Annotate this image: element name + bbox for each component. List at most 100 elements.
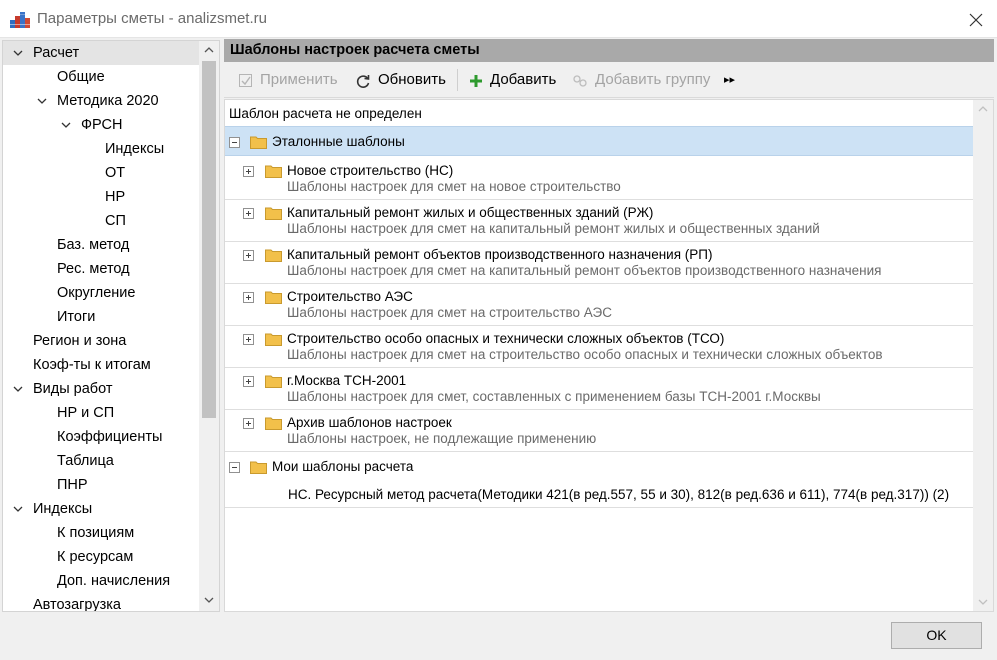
nav-item[interactable]: Автозагрузка: [3, 593, 199, 611]
template-group-row[interactable]: Строительство особо опасных и технически…: [225, 326, 974, 368]
nav-item[interactable]: Индексы: [3, 497, 199, 521]
nav-item[interactable]: Коэффициенты: [3, 425, 199, 449]
template-group-description: Шаблоны настроек для смет на новое строи…: [287, 179, 621, 194]
nav-item[interactable]: Виды работ: [3, 377, 199, 401]
nav-item-label: Коэффициенты: [57, 429, 163, 445]
nav-item[interactable]: К позициям: [3, 521, 199, 545]
template-row[interactable]: НС. Ресурсный метод расчета(Методики 421…: [225, 482, 974, 508]
chevron-down-icon[interactable]: [11, 41, 25, 65]
chevron-up-icon[interactable]: [973, 100, 993, 118]
template-group-title: Капитальный ремонт жилых и общественных …: [287, 205, 654, 220]
add-group-label: Добавить группу: [595, 71, 711, 88]
nav-item[interactable]: Рес. метод: [3, 257, 199, 281]
add-button[interactable]: Добавить: [468, 62, 563, 98]
nav-item[interactable]: СП: [3, 209, 199, 233]
nav-item[interactable]: НР и СП: [3, 401, 199, 425]
double-chevron-right-icon: ▸▸: [724, 74, 736, 86]
group-row-reference[interactable]: Эталонные шаблоны: [225, 126, 974, 156]
refresh-icon: [356, 75, 370, 88]
template-group-row[interactable]: Строительство АЭС Шаблоны настроек для см…: [225, 284, 974, 326]
chevron-down-icon[interactable]: [199, 591, 219, 609]
settings-nav-tree: Расчет Общие Методика 2020 ФРСН Индексы ОТ НР С…: [2, 40, 220, 612]
expand-toggle[interactable]: [243, 376, 254, 387]
add-group-icon: [573, 75, 587, 87]
nav-item[interactable]: Баз. метод: [3, 233, 199, 257]
nav-item[interactable]: Методика 2020: [3, 89, 199, 113]
nav-item[interactable]: Итоги: [3, 305, 199, 329]
group-row-my-templates[interactable]: Мои шаблоны расчета: [225, 452, 974, 482]
list-scrollbar[interactable]: [973, 100, 993, 611]
nav-item-label: Регион и зона: [33, 333, 127, 349]
template-group-row[interactable]: г.Москва ТСН-2001 Шаблоны настроек для см…: [225, 368, 974, 410]
expand-toggle[interactable]: [243, 250, 254, 261]
nav-item[interactable]: Регион и зона: [3, 329, 199, 353]
nav-item[interactable]: Округление: [3, 281, 199, 305]
nav-item[interactable]: Расчет: [3, 41, 199, 65]
template-group-description: Шаблоны настроек для смет на строительст…: [287, 347, 883, 362]
template-group-row[interactable]: Капитальный ремонт объектов производстве…: [225, 242, 974, 284]
template-group-row[interactable]: Архив шаблонов настроек Шаблоны настроек,…: [225, 410, 974, 452]
chevron-down-icon[interactable]: [11, 497, 25, 521]
nav-item[interactable]: ПНР: [3, 473, 199, 497]
toolbar-separator: [457, 69, 458, 91]
template-group-row[interactable]: Капитальный ремонт жилых и общественных …: [225, 200, 974, 242]
nav-item[interactable]: Таблица: [3, 449, 199, 473]
nav-item[interactable]: Индексы: [3, 137, 199, 161]
refresh-label: Обновить: [378, 71, 446, 88]
template-group-description: Шаблоны настроек для смет на капитальный…: [287, 263, 882, 278]
refresh-button[interactable]: Обновить: [354, 62, 454, 98]
folder-icon: [250, 136, 267, 149]
apply-button[interactable]: Применить: [236, 62, 344, 98]
expand-toggle[interactable]: [243, 292, 254, 303]
nav-item[interactable]: Общие: [3, 65, 199, 89]
nav-item-label: НР и СП: [57, 405, 115, 421]
expand-toggle[interactable]: [243, 418, 254, 429]
folder-icon: [265, 165, 282, 178]
nav-item-label: К позициям: [57, 525, 135, 541]
chevron-down-icon[interactable]: [973, 593, 993, 611]
nav-item-label: Рес. метод: [57, 261, 130, 277]
template-group-title: Капитальный ремонт объектов производстве…: [287, 247, 713, 262]
template-group-description: Шаблоны настроек для смет на капитальный…: [287, 221, 820, 236]
nav-item-label: Округление: [57, 285, 136, 301]
nav-item[interactable]: К ресурсам: [3, 545, 199, 569]
ok-button[interactable]: OK: [891, 622, 982, 649]
folder-icon: [250, 461, 267, 474]
template-group-title: Строительство АЭС: [287, 289, 413, 304]
chevron-down-icon[interactable]: [35, 89, 49, 113]
nav-item-label: Баз. метод: [57, 237, 130, 253]
nav-item-label: Методика 2020: [57, 93, 159, 109]
window-title: Параметры сметы - analizsmet.ru: [37, 10, 267, 27]
nav-item-label: Доп. начисления: [57, 573, 171, 589]
chevron-up-icon[interactable]: [199, 41, 219, 59]
nav-item[interactable]: Коэф-ты к итогам: [3, 353, 199, 377]
nav-item[interactable]: ФРСН: [3, 113, 199, 137]
expand-toggle[interactable]: [243, 334, 254, 345]
nav-item-label: Итоги: [57, 309, 96, 325]
template-group-row[interactable]: Новое строительство (НС) Шаблоны настроек…: [225, 158, 974, 200]
nav-item-label: ОТ: [105, 165, 126, 181]
collapse-toggle[interactable]: [229, 137, 240, 148]
nav-item[interactable]: ОТ: [3, 161, 199, 185]
toolbar: Применить Обновить Добавить Добавить гру…: [224, 62, 994, 98]
nav-item[interactable]: Доп. начисления: [3, 569, 199, 593]
nav-item-label: Общие: [57, 69, 105, 85]
title-bar: Параметры сметы - analizsmet.ru: [0, 0, 997, 38]
collapse-toggle[interactable]: [229, 462, 240, 473]
nav-scrollbar[interactable]: [199, 41, 219, 611]
chevron-down-icon[interactable]: [59, 113, 73, 137]
nav-scroll-thumb[interactable]: [202, 61, 216, 418]
more-button[interactable]: ▸▸: [724, 62, 740, 98]
expand-toggle[interactable]: [243, 208, 254, 219]
group-title: Мои шаблоны расчета: [272, 459, 414, 474]
close-icon[interactable]: [966, 10, 986, 30]
nav-item-label: СП: [105, 213, 126, 229]
chevron-down-icon[interactable]: [11, 377, 25, 401]
template-group-description: Шаблоны настроек, не подлежащие применен…: [287, 431, 597, 446]
add-group-button[interactable]: Добавить группу: [572, 62, 720, 98]
nav-item-label: Виды работ: [33, 381, 113, 397]
nav-item-label: Таблица: [57, 453, 114, 469]
expand-toggle[interactable]: [243, 166, 254, 177]
template-group-title: г.Москва ТСН-2001: [287, 373, 407, 388]
nav-item[interactable]: НР: [3, 185, 199, 209]
